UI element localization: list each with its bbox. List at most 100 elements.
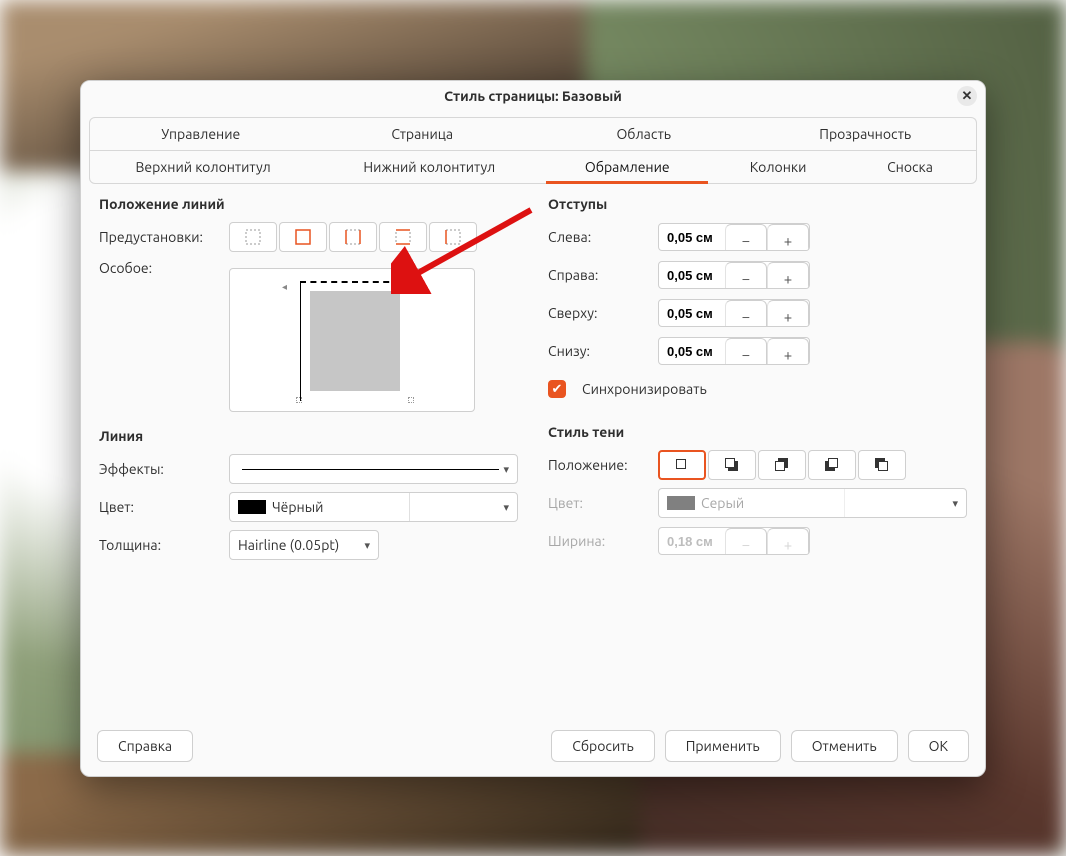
shadow-position-strip (658, 450, 906, 480)
decrement-button[interactable]: − (725, 300, 767, 327)
reset-button[interactable]: Сбросить (551, 730, 654, 762)
sync-label: Синхронизировать (582, 381, 707, 397)
padding-bottom-input[interactable] (659, 338, 725, 364)
preview-left-edge (300, 281, 301, 401)
preview-page-area (310, 291, 400, 391)
line-color-row: Цвет: Чёрный ▾ (99, 492, 518, 522)
line-color-combo[interactable]: Чёрный ▾ (229, 492, 518, 522)
shadow-width-input (659, 528, 725, 554)
close-button[interactable]: ✕ (957, 86, 977, 106)
tab-footnote[interactable]: Сноска (844, 151, 976, 183)
tab-page[interactable]: Страница (312, 118, 534, 150)
shadow-width-spin: −+ (658, 527, 810, 555)
sync-checkbox[interactable]: ✔ (548, 380, 566, 398)
page-style-dialog: Стиль страницы: Базовый ✕ Управление Стр… (80, 80, 986, 777)
line-color-label: Цвет: (99, 499, 219, 515)
preview-corner-bl (296, 397, 302, 403)
shadow-top-right[interactable] (758, 450, 806, 480)
titlebar: Стиль страницы: Базовый ✕ (81, 81, 985, 111)
presets-row: Предустановки: (99, 222, 518, 252)
chevron-down-icon: ▾ (495, 501, 509, 514)
padding-left-input[interactable] (659, 224, 725, 250)
color-swatch-gray (667, 496, 695, 510)
padding-left-spin[interactable]: −+ (658, 223, 810, 251)
padding-top-label: Сверху: (548, 305, 648, 321)
line-width-label: Толщина: (99, 537, 219, 553)
tab-area[interactable]: Область (533, 118, 755, 150)
border-box-icon (295, 229, 311, 245)
chevron-down-icon: ▾ (503, 463, 509, 476)
sync-row: ✔ Синхронизировать (548, 374, 967, 404)
shadow-color-combo: Серый ▾ (658, 488, 967, 518)
help-button[interactable]: Справка (97, 730, 193, 762)
tab-header[interactable]: Верхний колонтитул (90, 151, 316, 183)
decrement-button: − (725, 528, 767, 555)
tabs-row-2: Верхний колонтитул Нижний колонтитул Обр… (89, 150, 977, 184)
padding-top-input[interactable] (659, 300, 725, 326)
line-width-value: Hairline (0.05pt) (238, 537, 339, 553)
shadow-position-row: Положение: (548, 450, 967, 480)
preset-none[interactable] (229, 222, 277, 252)
window-title: Стиль страницы: Базовый (444, 88, 622, 104)
padding-bottom-label: Снизу: (548, 343, 648, 359)
shadow-none[interactable] (658, 450, 706, 480)
increment-button[interactable]: + (767, 338, 809, 365)
shadow-bottom-right[interactable] (708, 450, 756, 480)
lines-arrangement-heading: Положение линий (99, 196, 518, 212)
decrement-button[interactable]: − (725, 224, 767, 251)
presets-label: Предустановки: (99, 229, 219, 245)
preset-left-right[interactable] (329, 222, 377, 252)
increment-button[interactable]: + (767, 262, 809, 289)
effects-label: Эффекты: (99, 461, 219, 477)
border-preview[interactable]: ◂ (229, 268, 475, 412)
tab-transparency[interactable]: Прозрачность (755, 118, 977, 150)
border-none-icon (245, 229, 261, 245)
line-heading: Линия (99, 428, 518, 444)
shadow-top-left[interactable] (858, 450, 906, 480)
apply-button[interactable]: Применить (665, 730, 781, 762)
decrement-button[interactable]: − (725, 262, 767, 289)
line-width-combo[interactable]: Hairline (0.05pt) ▾ (229, 530, 379, 560)
padding-right-spin[interactable]: −+ (658, 261, 810, 289)
padding-left-label: Слева: (548, 229, 648, 245)
tab-management[interactable]: Управление (90, 118, 312, 150)
line-solid-icon (242, 469, 499, 470)
tab-columns[interactable]: Колонки (712, 151, 844, 183)
preset-left[interactable] (429, 222, 477, 252)
preset-box[interactable] (279, 222, 327, 252)
tabs-row-1: Управление Страница Область Прозрачность (89, 117, 977, 150)
chevron-down-icon: ▾ (944, 497, 958, 510)
dialog-content: Положение линий Предустановки: (81, 184, 985, 720)
ok-button[interactable]: ОК (908, 730, 969, 762)
arrow-left-icon: ◂ (282, 281, 287, 293)
shadow-none-icon (675, 458, 689, 472)
preset-top-bottom[interactable] (379, 222, 427, 252)
padding-right-input[interactable] (659, 262, 725, 288)
shadow-width-row: Ширина: −+ (548, 526, 967, 556)
line-width-row: Толщина: Hairline (0.05pt) ▾ (99, 530, 518, 560)
dialog-footer: Справка Сбросить Применить Отменить ОК (81, 720, 985, 776)
preview-corner-tr (408, 280, 414, 286)
padding-top-spin[interactable]: −+ (658, 299, 810, 327)
line-style-combo[interactable]: ▾ (229, 454, 518, 484)
increment-button[interactable]: + (767, 300, 809, 327)
increment-button[interactable]: + (767, 224, 809, 251)
cancel-button[interactable]: Отменить (791, 730, 898, 762)
shadow-tr-icon (775, 458, 789, 472)
shadow-bottom-left[interactable] (808, 450, 856, 480)
padding-bottom-spin[interactable]: −+ (658, 337, 810, 365)
padding-heading: Отступы (548, 196, 967, 212)
shadow-color-row: Цвет: Серый ▾ (548, 488, 967, 518)
shadow-width-label: Ширина: (548, 533, 648, 549)
tab-footer[interactable]: Нижний колонтитул (316, 151, 542, 183)
decrement-button[interactable]: − (725, 338, 767, 365)
close-icon: ✕ (962, 90, 973, 103)
shadow-br-icon (725, 458, 739, 472)
chevron-down-icon: ▾ (364, 539, 370, 552)
shadow-heading: Стиль тени (548, 424, 967, 440)
shadow-bl-icon (825, 458, 839, 472)
color-swatch-black (238, 500, 266, 514)
preview-corner-br (408, 397, 414, 403)
tab-borders[interactable]: Обрамление (542, 151, 712, 183)
line-color-value: Чёрный (272, 499, 323, 515)
